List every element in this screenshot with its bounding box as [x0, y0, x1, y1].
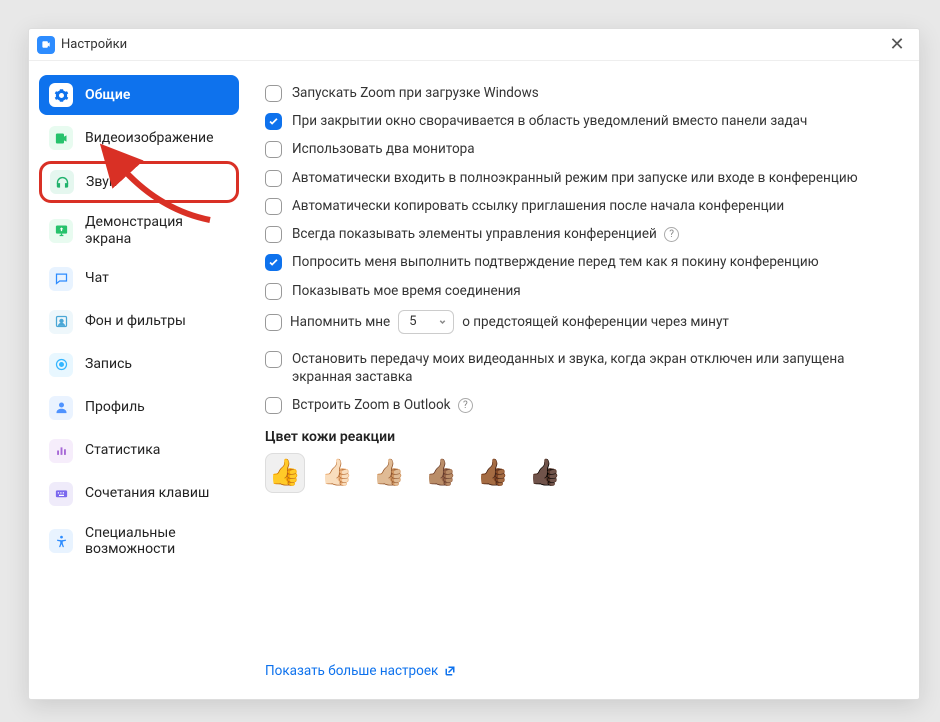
remind-prefix: Напомнить мне: [290, 313, 390, 331]
sidebar-item-label: Сочетания клавиш: [85, 485, 209, 502]
sidebar-item-chat[interactable]: Чат: [39, 259, 239, 299]
chat-icon: [49, 267, 73, 291]
option-label: Показывать мое время соединения: [292, 282, 521, 300]
sidebar-item-audio[interactable]: Звук: [39, 161, 239, 203]
gear-icon: [49, 83, 73, 107]
checkbox-remind[interactable]: [265, 314, 282, 331]
remind-minutes-input[interactable]: 5: [398, 310, 454, 334]
sidebar-item-background-filters[interactable]: Фон и фильтры: [39, 302, 239, 342]
sidebar-item-video[interactable]: Видеоизображение: [39, 118, 239, 158]
sidebar-item-label: Видеоизображение: [85, 130, 214, 147]
skin-tone-option-0[interactable]: 👍: [265, 453, 305, 493]
window-title: Настройки: [61, 37, 127, 52]
checkbox-minimize-to-tray[interactable]: [265, 113, 282, 130]
sidebar-item-label: Чат: [85, 270, 109, 287]
option-label: Запускать Zoom при загрузке Windows: [292, 84, 539, 102]
checkbox-start-on-boot[interactable]: [265, 85, 282, 102]
background-icon: [49, 310, 73, 334]
option-label: Использовать два монитора: [292, 140, 475, 158]
sidebar-item-label: Статистика: [85, 442, 160, 459]
skin-tone-option-4[interactable]: 👍🏾: [473, 453, 513, 493]
option-label: Автоматически копировать ссылку приглаше…: [292, 197, 784, 215]
option-label: Остановить передачу моих видеоданных и з…: [292, 350, 895, 386]
sidebar-item-label: Общие: [85, 87, 130, 104]
sidebar-item-label: Запись: [85, 356, 132, 373]
skin-tone-option-1[interactable]: 👍🏻: [317, 453, 357, 493]
headphones-icon: [50, 170, 74, 194]
skin-tone-option-3[interactable]: 👍🏽: [421, 453, 461, 493]
settings-window: Настройки ✕ Общие Видеоизображение: [28, 28, 920, 700]
checkbox-fullscreen-on-join[interactable]: [265, 170, 282, 187]
statistics-icon: [49, 439, 73, 463]
checkbox-dual-monitors[interactable]: [265, 141, 282, 158]
option-label: Всегда показывать элементы управления ко…: [292, 225, 679, 243]
accessibility-icon: [49, 529, 73, 553]
sidebar-item-label: Фон и фильтры: [85, 313, 186, 330]
sidebar-item-label: Звук: [86, 174, 116, 191]
option-label: При закрытии окно сворачивается в област…: [292, 112, 807, 130]
option-label: Попросить меня выполнить подтверждение п…: [292, 253, 819, 271]
more-settings-link[interactable]: Показать больше настроек: [265, 663, 895, 683]
checkbox-confirm-leave[interactable]: [265, 254, 282, 271]
sidebar-item-label: Специальные возможности: [85, 525, 229, 559]
skin-tone-option-2[interactable]: 👍🏼: [369, 453, 409, 493]
sidebar-item-general[interactable]: Общие: [39, 75, 239, 115]
titlebar: Настройки ✕: [29, 29, 919, 61]
external-link-icon: [444, 665, 456, 677]
skin-tone-title: Цвет кожи реакции: [265, 429, 895, 445]
sidebar-item-recording[interactable]: Запись: [39, 345, 239, 385]
record-icon: [49, 353, 73, 377]
chevron-down-icon: [438, 317, 447, 326]
video-icon: [49, 126, 73, 150]
checkbox-show-connect-time[interactable]: [265, 283, 282, 300]
checkbox-outlook-integration[interactable]: [265, 397, 282, 414]
sidebar-item-label: Демонстрация экрана: [85, 214, 229, 248]
skin-tone-option-5[interactable]: 👍🏿: [525, 453, 565, 493]
sidebar-item-share-screen[interactable]: Демонстрация экрана: [39, 206, 239, 256]
sidebar-item-statistics[interactable]: Статистика: [39, 431, 239, 471]
profile-icon: [49, 396, 73, 420]
remind-suffix: о предстоящей конференции через минут: [462, 313, 729, 331]
option-label: Автоматически входить в полноэкранный ре…: [292, 169, 858, 187]
sidebar-item-accessibility[interactable]: Специальные возможности: [39, 517, 239, 567]
close-button[interactable]: ✕: [885, 33, 909, 57]
checkbox-auto-copy-invite[interactable]: [265, 198, 282, 215]
help-icon[interactable]: ?: [664, 227, 679, 242]
sidebar-item-label: Профиль: [85, 399, 145, 416]
help-icon[interactable]: ?: [458, 398, 473, 413]
skin-tone-options: 👍 👍🏻 👍🏼 👍🏽 👍🏾 👍🏿: [265, 453, 895, 493]
sidebar-item-profile[interactable]: Профиль: [39, 388, 239, 428]
keyboard-icon: [49, 482, 73, 506]
sidebar: Общие Видеоизображение Звук Демонстрация…: [29, 61, 249, 699]
settings-panel: Запускать Zoom при загрузке Windows При …: [249, 61, 919, 699]
checkbox-stop-av-on-lock[interactable]: [265, 351, 282, 368]
option-label: Встроить Zoom в Outlook ?: [292, 396, 473, 414]
checkbox-always-show-controls[interactable]: [265, 226, 282, 243]
app-icon: [37, 36, 55, 54]
share-screen-icon: [49, 219, 73, 243]
sidebar-item-keyboard-shortcuts[interactable]: Сочетания клавиш: [39, 474, 239, 514]
